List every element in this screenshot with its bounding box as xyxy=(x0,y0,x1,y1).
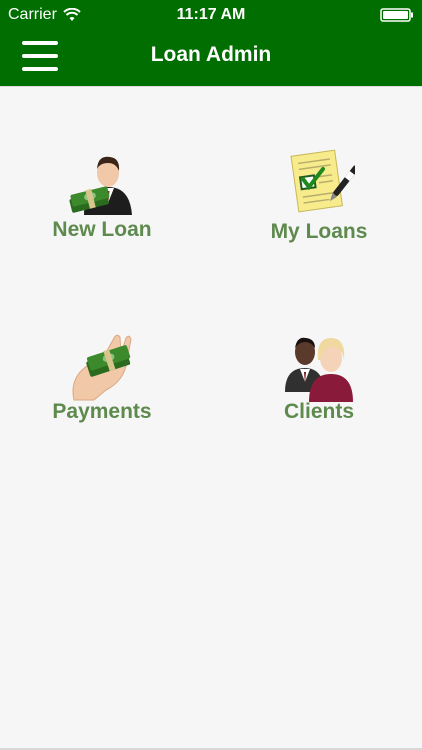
my-loans-button[interactable]: My Loans xyxy=(229,147,409,267)
businessman-money-icon xyxy=(69,156,132,215)
payments-button[interactable]: Payments xyxy=(12,330,192,450)
document-checklist-icon xyxy=(290,149,355,213)
clock: 11:17 AM xyxy=(176,6,246,23)
tile-label: Clients xyxy=(283,400,354,423)
nav-bar: Loan Admin xyxy=(0,30,422,86)
menu-line xyxy=(22,67,58,71)
tile-label: Payments xyxy=(52,400,152,423)
battery-icon xyxy=(380,8,413,22)
header-divider xyxy=(0,86,422,87)
clients-button[interactable]: Clients xyxy=(229,330,409,450)
tile-label: My Loans xyxy=(270,220,368,243)
tile-label: New Loan xyxy=(52,218,152,241)
page-title: Loan Admin xyxy=(150,43,272,66)
clients-people-icon xyxy=(285,337,353,402)
new-loan-button[interactable]: New Loan xyxy=(12,145,192,265)
hand-money-icon xyxy=(72,334,132,401)
status-bar: Carrier 11:17 AM xyxy=(0,0,422,30)
header: Carrier 11:17 AM Loan Admin xyxy=(0,0,422,86)
